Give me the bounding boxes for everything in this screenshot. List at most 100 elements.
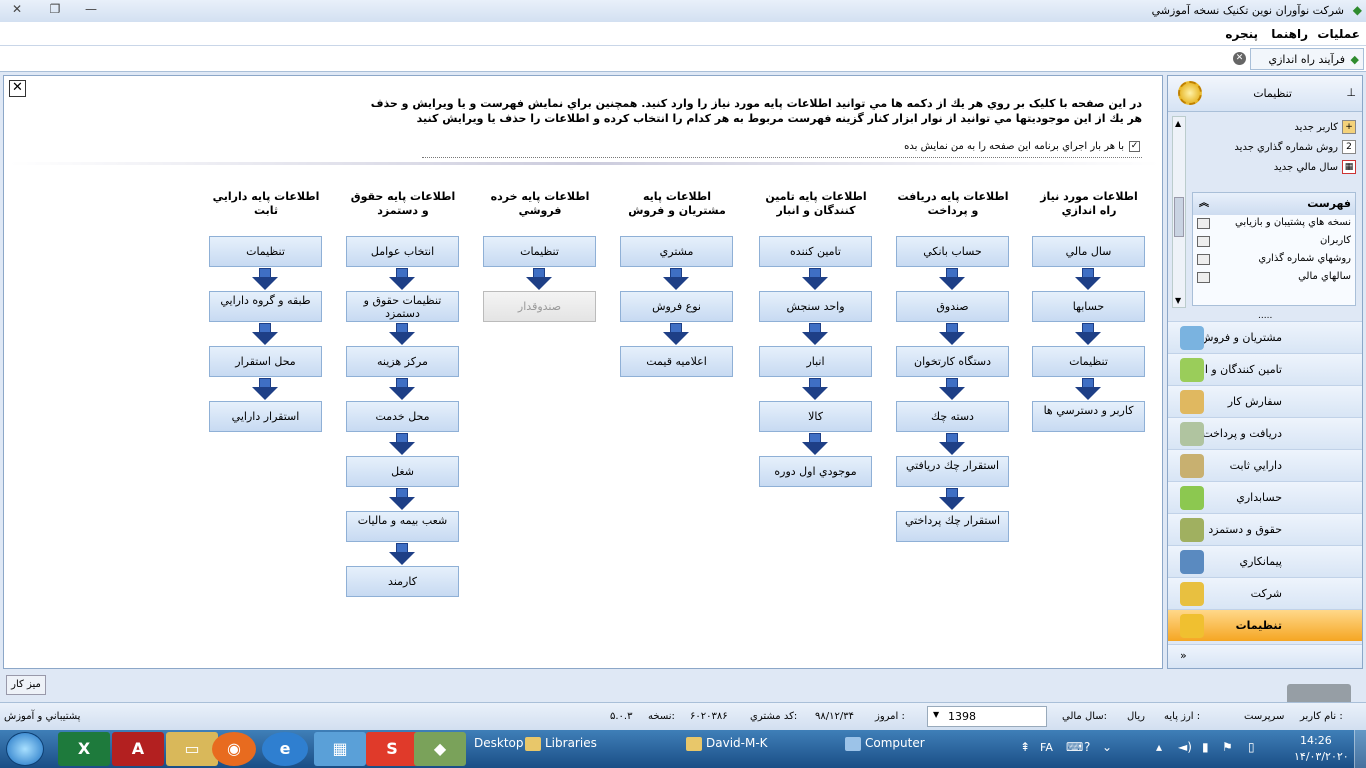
- collapse-chevron-icon[interactable]: ︽: [1199, 193, 1209, 215]
- flow-button-fixed-assets-2[interactable]: طبقه و گروه دارايي: [209, 291, 322, 322]
- minimize-window-button[interactable]: —: [80, 2, 102, 18]
- flow-button-suppliers-inventory-3[interactable]: انبار: [759, 346, 872, 377]
- flow-button-customers-sales-3[interactable]: اعلاميه قيمت: [620, 346, 733, 377]
- list-section-header[interactable]: فهرست ︽: [1193, 193, 1355, 215]
- menu-window[interactable]: پنجره: [1225, 27, 1258, 41]
- excel-icon[interactable]: X: [58, 732, 110, 766]
- flow-button-payroll-7[interactable]: كارمند: [346, 566, 459, 597]
- list-item-backups[interactable]: نسخه هاي پشتيبان و بازيابي: [1193, 215, 1355, 233]
- scroll-down-icon[interactable]: ▼: [1175, 296, 1181, 305]
- restore-window-button[interactable]: ❐: [44, 2, 66, 18]
- nav-item-2[interactable]: تامين كنندگان و انبار: [1168, 353, 1362, 385]
- keyboard-icon[interactable]: ⌨: [1066, 740, 1083, 754]
- close-window-button[interactable]: ✕: [6, 2, 28, 18]
- nav-item-5[interactable]: دارايي ثابت: [1168, 449, 1362, 481]
- nav-item-6[interactable]: حسابداري: [1168, 481, 1362, 513]
- nav-item-10[interactable]: تنظيمات: [1168, 609, 1362, 641]
- taskbar-desktop[interactable]: Desktop: [474, 736, 524, 750]
- file-explorer-icon[interactable]: ▭: [166, 732, 218, 766]
- desktop-button[interactable]: ميز كار: [6, 675, 46, 695]
- start-button[interactable]: [6, 732, 44, 766]
- list-item-users[interactable]: كاربران: [1193, 233, 1355, 251]
- flow-button-receive-pay-6[interactable]: استقرار چك پرداختي: [896, 511, 1009, 542]
- flow-button-receive-pay-1[interactable]: حساب بانكي: [896, 236, 1009, 267]
- down-arrow-icon: [759, 322, 872, 346]
- flow-button-setup-requirements-2[interactable]: حسابها: [1032, 291, 1145, 322]
- sidebar-scrollbar[interactable]: ▲ ▼: [1172, 116, 1186, 308]
- flow-button-suppliers-inventory-5[interactable]: موجودي اول دوره: [759, 456, 872, 487]
- chevron-more-icon[interactable]: »: [1180, 649, 1187, 662]
- menu-help[interactable]: راهنما: [1271, 27, 1308, 41]
- splitter-dots[interactable]: .....: [1258, 311, 1272, 321]
- show-hidden-icon[interactable]: ▴: [1156, 740, 1162, 754]
- help-icon[interactable]: ?: [1084, 740, 1090, 754]
- chevron-icon[interactable]: ⌄: [1102, 740, 1112, 754]
- flow-button-receive-pay-2[interactable]: صندوق: [896, 291, 1009, 322]
- control-panel-icon[interactable]: ▦: [314, 732, 366, 766]
- flow-button-payroll-6[interactable]: شعب بيمه و ماليات: [346, 511, 459, 542]
- fiscal-year-select[interactable]: ▼ 1398: [927, 706, 1047, 727]
- nav-item-3[interactable]: سفارش كار: [1168, 385, 1362, 417]
- show-on-startup-checkbox[interactable]: ✓: [1129, 141, 1140, 152]
- flow-button-receive-pay-4[interactable]: دسته چك: [896, 401, 1009, 432]
- power-icon[interactable]: ▯: [1248, 740, 1255, 754]
- support-link[interactable]: پشتيباني و آموزش: [4, 711, 80, 722]
- clock-date[interactable]: ۱۴/۰۳/۲۰۲۰: [1294, 750, 1349, 763]
- clock-time[interactable]: 14:26: [1300, 734, 1332, 747]
- flow-button-customers-sales-1[interactable]: مشتري: [620, 236, 733, 267]
- flow-button-retail-1[interactable]: تنظيمات: [483, 236, 596, 267]
- dropdown-arrow-icon[interactable]: ▼: [933, 710, 939, 719]
- flow-button-customers-sales-2[interactable]: نوع فروش: [620, 291, 733, 322]
- flow-button-fixed-assets-3[interactable]: محل استقرار: [209, 346, 322, 377]
- nav-item-9[interactable]: شركت: [1168, 577, 1362, 609]
- flag-icon[interactable]: ⚑: [1222, 740, 1233, 754]
- close-panel-button[interactable]: ✕: [9, 80, 26, 97]
- flow-button-suppliers-inventory-4[interactable]: كالا: [759, 401, 872, 432]
- language-indicator[interactable]: FA: [1040, 741, 1053, 754]
- flow-button-setup-requirements-1[interactable]: سال مالي: [1032, 236, 1145, 267]
- taskbar-libraries[interactable]: Libraries: [525, 736, 597, 751]
- firefox-icon[interactable]: ◉: [212, 732, 256, 766]
- flow-button-payroll-1[interactable]: انتخاب عوامل: [346, 236, 459, 267]
- flow-button-payroll-4[interactable]: محل خدمت: [346, 401, 459, 432]
- nav-item-label: دارايي ثابت: [1229, 459, 1282, 472]
- list-item-numbering[interactable]: روشهاي شماره گذاري: [1193, 251, 1355, 269]
- flow-button-fixed-assets-4[interactable]: استقرار دارايي: [209, 401, 322, 432]
- scroll-up-icon[interactable]: ▲: [1175, 119, 1181, 128]
- show-desktop-button[interactable]: [1354, 730, 1366, 768]
- sidebar-overflow[interactable]: »: [1168, 644, 1362, 668]
- pin-icon[interactable]: ⊥: [1346, 86, 1356, 99]
- tab-setup-process[interactable]: ✕ فرآیند راه اندازي ◆: [1233, 48, 1364, 70]
- taskbar-desktop-label: Desktop: [474, 736, 524, 750]
- taskbar-computer[interactable]: Computer: [845, 736, 925, 751]
- app-s-icon[interactable]: S: [366, 732, 418, 766]
- volume-icon[interactable]: ◄): [1178, 740, 1192, 754]
- flow-button-suppliers-inventory-1[interactable]: تامين كننده: [759, 236, 872, 267]
- new-fiscal-year-item[interactable]: ▦ سال مالي جديد: [1188, 158, 1356, 178]
- flow-button-suppliers-inventory-2[interactable]: واحد سنجش: [759, 291, 872, 322]
- taskbar-david-m-k[interactable]: David-M-K: [686, 736, 768, 751]
- flow-button-setup-requirements-3[interactable]: تنظيمات: [1032, 346, 1145, 377]
- menu-operations[interactable]: عمليات: [1317, 27, 1360, 41]
- new-user-item[interactable]: + كاربر جديد: [1188, 118, 1356, 138]
- nav-item-4[interactable]: دريافت و پرداخت: [1168, 417, 1362, 449]
- close-tab-icon[interactable]: ✕: [1233, 52, 1246, 65]
- flow-button-payroll-5[interactable]: شغل: [346, 456, 459, 487]
- scroll-thumb[interactable]: [1174, 197, 1184, 237]
- network-icon[interactable]: ▮: [1202, 740, 1209, 754]
- flow-button-receive-pay-5[interactable]: استقرار چك دريافتي: [896, 456, 1009, 487]
- flow-button-payroll-2[interactable]: تنظيمات حقوق و دستمزد: [346, 291, 459, 322]
- nav-item-1[interactable]: مشتريان و فروش: [1168, 321, 1362, 353]
- access-icon[interactable]: A: [112, 732, 164, 766]
- list-item-fiscal-years[interactable]: سالهاي مالي: [1193, 269, 1355, 287]
- nav-item-8[interactable]: پيمانكاري: [1168, 545, 1362, 577]
- tray-expand-icon[interactable]: ⇞: [1020, 740, 1030, 754]
- flow-button-setup-requirements-4[interactable]: كاربر و دسترسي ها: [1032, 401, 1145, 432]
- flow-button-payroll-3[interactable]: مركز هزينه: [346, 346, 459, 377]
- flow-button-receive-pay-3[interactable]: دستگاه كارتخوان: [896, 346, 1009, 377]
- new-numbering-item[interactable]: 2 روش شماره گذاري جديد: [1188, 138, 1356, 158]
- accounting-app-icon[interactable]: ◆: [414, 732, 466, 766]
- internet-explorer-icon[interactable]: e: [262, 732, 308, 766]
- nav-item-7[interactable]: حقوق و دستمزد: [1168, 513, 1362, 545]
- flow-button-fixed-assets-1[interactable]: تنظيمات: [209, 236, 322, 267]
